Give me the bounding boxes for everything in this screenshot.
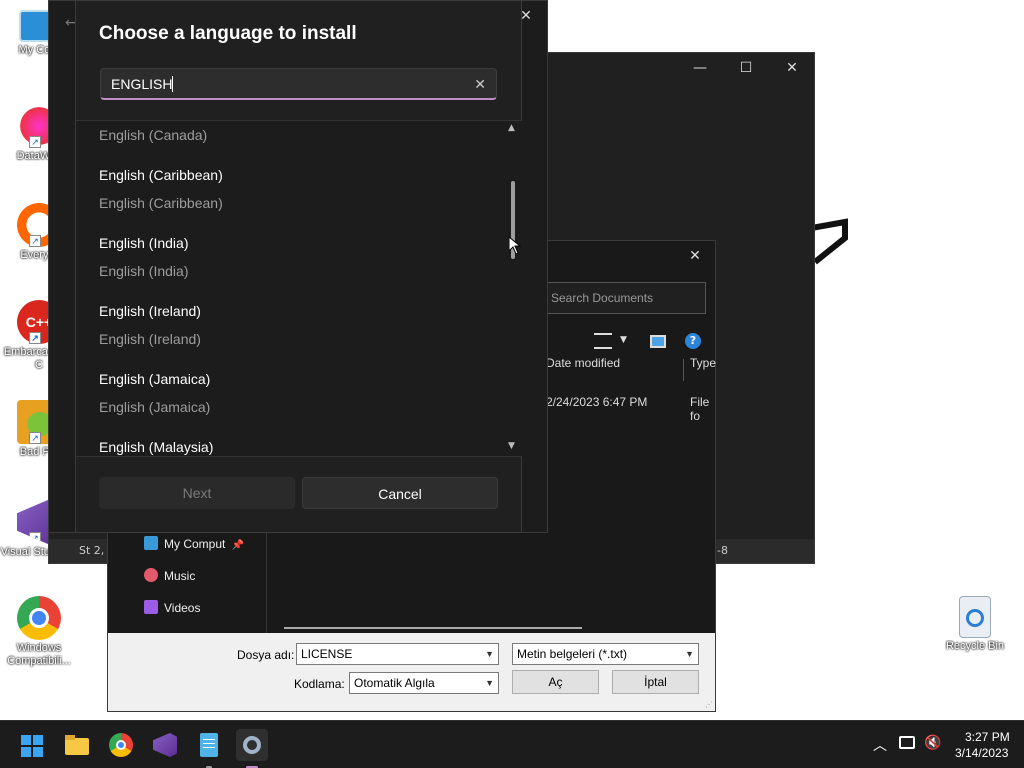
encoding-value: Otomatik Algıla — [354, 676, 435, 690]
filename-label: Dosya adı: — [237, 648, 295, 662]
chevron-down-icon[interactable]: ▼ — [685, 644, 694, 664]
chevron-down-icon[interactable]: ▼ — [485, 644, 494, 664]
encoding-label: Kodlama: — [294, 677, 345, 691]
nav-item-music[interactable]: Music — [144, 565, 195, 587]
language-item-native[interactable]: English (India) — [99, 263, 189, 279]
desktop-icon-windows-compat[interactable]: Windows Compatibili... — [0, 596, 78, 668]
row-date-modified[interactable]: 2/24/2023 6:47 PM — [546, 395, 647, 409]
filetype-value: Metin belgeleri (*.txt) — [517, 647, 628, 661]
nav-item-my-computer[interactable]: My Comput 📌 — [144, 533, 244, 555]
visual-studio-icon[interactable] — [149, 729, 181, 761]
music-icon — [144, 568, 158, 582]
nav-item-videos[interactable]: Videos — [144, 597, 200, 619]
language-item-native[interactable]: English (Ireland) — [99, 331, 201, 347]
help-icon[interactable]: ? — [685, 333, 701, 349]
nav-item-label: Videos — [164, 601, 201, 615]
nav-item-label: Music — [164, 569, 196, 583]
language-search-input[interactable]: ENGLISH ✕ — [100, 68, 497, 100]
text-cursor — [172, 76, 174, 92]
clock-date[interactable]: 3/14/2023 — [955, 746, 1008, 760]
videos-icon — [144, 600, 158, 614]
encoding-combobox[interactable]: Otomatik Algıla ▼ — [349, 672, 499, 694]
notepad-maximize-button[interactable]: ☐ — [723, 53, 769, 85]
desktop-icon-recycle-bin[interactable]: Recycle Bin — [936, 596, 1014, 653]
shortcut-arrow-icon: ↗ — [29, 235, 41, 247]
speaker-muted-icon[interactable]: 🔇 — [924, 734, 941, 751]
scroll-up-icon[interactable]: ▲ — [508, 123, 515, 133]
settings-icon[interactable] — [236, 729, 268, 768]
save-dialog-close-button[interactable]: ✕ — [678, 241, 712, 273]
view-options-icon[interactable] — [594, 333, 612, 349]
language-item[interactable]: English (India) — [99, 235, 189, 251]
chevron-down-icon[interactable]: ▼ — [485, 673, 494, 693]
language-item[interactable]: English (Malaysia) — [99, 439, 213, 455]
nav-pane-divider — [266, 531, 267, 639]
status-position: St 2, — [79, 544, 105, 557]
language-item-native[interactable]: English (Canada) — [99, 127, 207, 143]
clear-search-icon[interactable]: ✕ — [474, 69, 486, 99]
filename-combobox[interactable]: LICENSE ▼ — [296, 643, 499, 665]
vertical-scrollbar[interactable]: ▲ ▼ — [508, 121, 518, 456]
status-encoding: -8 — [717, 544, 728, 557]
computer-icon — [144, 536, 158, 550]
column-header-type[interactable]: Type — [690, 356, 716, 370]
notepad-close-button[interactable]: ✕ — [769, 53, 815, 85]
search-documents-input[interactable]: Search Documents — [544, 282, 706, 314]
file-explorer-icon[interactable] — [61, 729, 93, 761]
language-item[interactable]: English (Ireland) — [99, 303, 201, 319]
cancel-button[interactable]: İptal — [612, 670, 699, 694]
open-button[interactable]: Aç — [512, 670, 599, 694]
next-button[interactable]: Next — [99, 477, 295, 509]
nav-item-label: My Comput — [164, 537, 226, 551]
chrome-icon — [17, 596, 61, 640]
language-item-native[interactable]: English (Jamaica) — [99, 399, 210, 415]
scroll-down-icon[interactable]: ▼ — [508, 441, 515, 451]
filename-value: LICENSE — [301, 647, 353, 661]
mouse-cursor-icon — [509, 237, 521, 255]
resize-grip-icon[interactable]: ⋰ — [705, 700, 713, 709]
desktop-icon-label: Recycle Bin — [945, 640, 1005, 652]
language-list[interactable]: English (Canada) English (Caribbean) Eng… — [76, 120, 522, 457]
windows-start-icon[interactable] — [16, 729, 48, 761]
row-type[interactable]: File fo — [690, 395, 715, 423]
chevron-up-icon[interactable]: ︿ — [873, 735, 887, 755]
preview-pane-icon[interactable] — [650, 335, 666, 348]
cancel-button[interactable]: Cancel — [302, 477, 498, 509]
shortcut-arrow-icon: ↗ — [29, 532, 41, 544]
shortcut-arrow-icon: ↗ — [29, 332, 41, 344]
language-item[interactable]: English (Caribbean) — [99, 167, 223, 183]
clock-time[interactable]: 3:27 PM — [965, 730, 1010, 744]
language-install-dialog: Choose a language to install ENGLISH ✕ E… — [75, 0, 522, 533]
horizontal-scrollbar[interactable] — [284, 627, 582, 629]
language-item-native[interactable]: English (Caribbean) — [99, 195, 223, 211]
recycle-bin-icon — [959, 596, 991, 638]
save-dialog-footer: Dosya adı: LICENSE ▼ Metin belgeleri (*.… — [108, 633, 715, 711]
chevron-down-icon[interactable]: ▼ — [620, 335, 627, 345]
taskbar: ︿ 🔇 3:27 PM 3/14/2023 — [0, 720, 1024, 768]
search-value: ENGLISH — [111, 76, 173, 92]
chrome-icon[interactable] — [105, 729, 137, 761]
network-icon[interactable] — [899, 736, 915, 749]
filetype-combobox[interactable]: Metin belgeleri (*.txt) ▼ — [512, 643, 699, 665]
column-header-date-modified[interactable]: Date modified — [546, 356, 620, 370]
language-item[interactable]: English (Jamaica) — [99, 371, 210, 387]
column-divider[interactable] — [683, 359, 684, 381]
dialog-title: Choose a language to install — [99, 23, 357, 44]
desktop-icon-label: Windows Compatibili... — [7, 642, 71, 667]
pin-icon[interactable]: 📌 — [232, 540, 244, 551]
shortcut-arrow-icon: ↗ — [29, 136, 41, 148]
notepad-minimize-button[interactable]: — — [677, 53, 723, 85]
shortcut-arrow-icon: ↗ — [29, 432, 41, 444]
notepad-icon[interactable] — [193, 729, 225, 768]
